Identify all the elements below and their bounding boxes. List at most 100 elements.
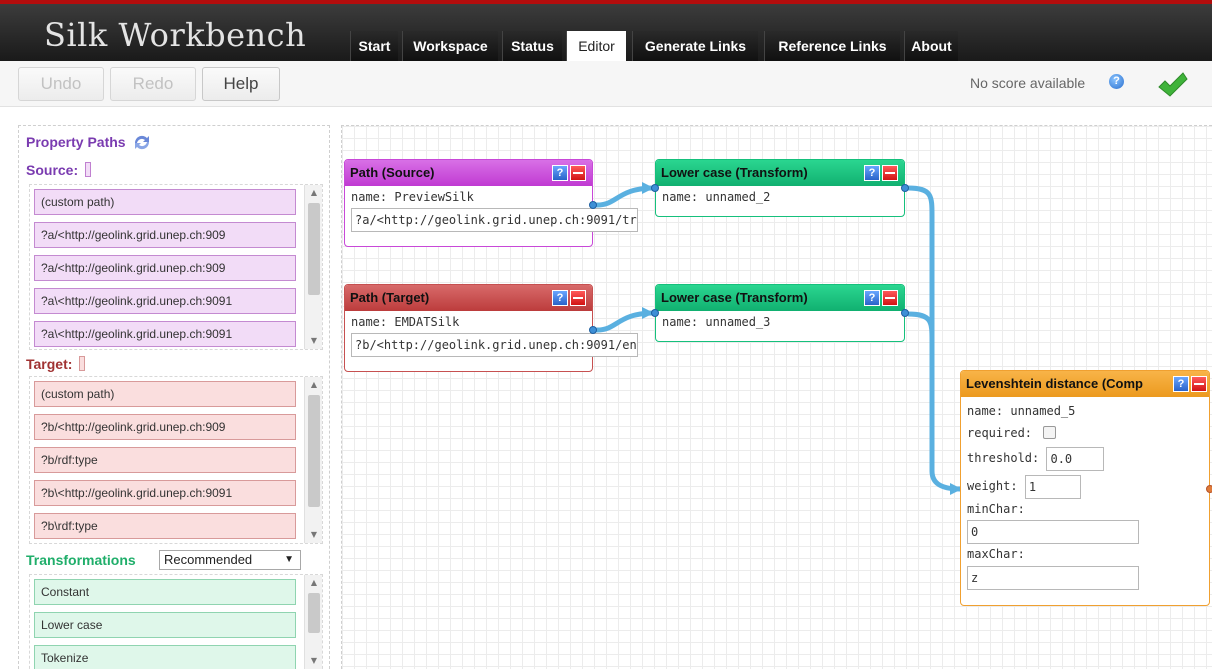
scroll-down-icon[interactable]: ▼ <box>305 527 322 543</box>
weight-input[interactable]: 1 <box>1024 474 1081 499</box>
source-list-scrollbar[interactable]: ▲ ▼ <box>304 185 322 349</box>
node-remove-icon[interactable] <box>570 165 586 181</box>
required-row: required: <box>967 422 1203 444</box>
node-name: name: unnamed_3 <box>662 315 771 329</box>
scrollbar-thumb[interactable] <box>308 395 320 507</box>
source-paths-list[interactable]: (custom path) ?a/<http://geolink.grid.un… <box>29 184 323 350</box>
required-checkbox[interactable] <box>1043 426 1057 439</box>
nav-editor[interactable]: Editor <box>566 31 626 61</box>
nav-status[interactable]: Status <box>502 31 562 61</box>
lower-case-header[interactable]: Lower case (Transform) ? <box>656 285 904 311</box>
undo-button[interactable]: Undo <box>18 67 104 101</box>
target-path-item[interactable]: ?b\rdf:type <box>34 513 296 539</box>
path-source-node[interactable]: Path (Source) ? name: PreviewSilk ?a/<ht… <box>344 159 638 247</box>
target-color-swatch <box>79 356 86 371</box>
source-path-item[interactable]: (custom path) <box>34 189 296 215</box>
node-remove-icon[interactable] <box>882 165 898 181</box>
threshold-row: threshold: 0.0 <box>967 444 1203 472</box>
operators-sidebar: Property Paths Source: (custom path) ?a/… <box>18 125 330 669</box>
scrollbar-thumb[interactable] <box>308 593 320 633</box>
dropdown-arrow-icon: ▼ <box>284 554 294 565</box>
scroll-up-icon[interactable]: ▲ <box>305 377 322 393</box>
nav-workspace[interactable]: Workspace <box>402 31 498 61</box>
refresh-icon[interactable] <box>132 134 152 150</box>
transformations-list[interactable]: Constant Lower case Tokenize ▲ ▼ <box>29 574 323 669</box>
output-port[interactable] <box>901 309 909 317</box>
lower-case-header[interactable]: Lower case (Transform) ? <box>656 160 904 186</box>
transformations-filter-select[interactable]: Recommended ▼ <box>159 550 301 570</box>
silk-workbench-app: Silk Workbench Start Workspace Status Ed… <box>0 0 1212 669</box>
node-name: name: unnamed_5 <box>967 404 1076 418</box>
path-target-node[interactable]: Path (Target) ? name: EMDATSilk ?b/<http… <box>344 284 638 372</box>
source-path-item[interactable]: ?a/<http://geolink.grid.unep.ch:909 <box>34 255 296 281</box>
input-port[interactable] <box>651 184 659 192</box>
source-path-item[interactable]: ?a/<http://geolink.grid.unep.ch:909 <box>34 222 296 248</box>
node-help-icon[interactable]: ? <box>552 290 568 306</box>
transformation-item[interactable]: Tokenize <box>34 645 296 669</box>
target-path-item[interactable]: ?b/<http://geolink.grid.unep.ch:909 <box>34 414 296 440</box>
scroll-down-icon[interactable]: ▼ <box>305 653 322 669</box>
node-name: name: EMDATSilk <box>351 315 460 329</box>
threshold-input[interactable]: 0.0 <box>1046 446 1105 471</box>
transformation-item[interactable]: Lower case <box>34 612 296 638</box>
score-status: No score available <box>970 75 1086 91</box>
checkmark-icon <box>1158 72 1188 97</box>
scroll-up-icon[interactable]: ▲ <box>305 185 322 201</box>
node-name: name: unnamed_2 <box>662 190 771 204</box>
editor-toolbar: Undo Redo Help No score available ? <box>0 61 1212 107</box>
target-list-scrollbar[interactable]: ▲ ▼ <box>304 377 322 543</box>
output-port[interactable] <box>901 184 909 192</box>
path-target-header[interactable]: Path (Target) ? <box>345 285 592 311</box>
property-paths-title: Property Paths <box>26 134 152 150</box>
lower-case-transform-node[interactable]: Lower case (Transform) ? name: unnamed_2 <box>651 159 909 217</box>
linkage-rule-canvas[interactable]: Path (Source) ? name: PreviewSilk ?a/<ht… <box>341 125 1212 669</box>
levenshtein-header[interactable]: Levenshtein distance (Comp ? <box>961 371 1209 397</box>
target-label: Target: <box>26 356 86 372</box>
nav-reference-links[interactable]: Reference Links <box>764 31 900 61</box>
target-path-item[interactable]: (custom path) <box>34 381 296 407</box>
weight-row: weight: 1 <box>967 472 1203 500</box>
source-label: Source: <box>26 162 92 178</box>
node-help-icon[interactable]: ? <box>1173 376 1189 392</box>
node-name: name: PreviewSilk <box>351 190 474 204</box>
node-remove-icon[interactable] <box>570 290 586 306</box>
source-path-input[interactable]: ?a/<http://geolink.grid.unep.ch:9091/trc <box>351 208 638 232</box>
output-port[interactable] <box>1206 485 1212 493</box>
node-help-icon[interactable]: ? <box>864 290 880 306</box>
wire-lower2-to-levenshtein <box>907 311 935 471</box>
scrollbar-thumb[interactable] <box>308 203 320 295</box>
target-path-item[interactable]: ?b/rdf:type <box>34 447 296 473</box>
target-path-input[interactable]: ?b/<http://geolink.grid.unep.ch:9091/en <box>351 333 638 357</box>
node-remove-icon[interactable] <box>1191 376 1207 392</box>
input-port[interactable] <box>651 309 659 317</box>
header-bar: Silk Workbench Start Workspace Status Ed… <box>0 4 1212 61</box>
transformation-item[interactable]: Constant <box>34 579 296 605</box>
target-paths-list[interactable]: (custom path) ?b/<http://geolink.grid.un… <box>29 376 323 544</box>
redo-button[interactable]: Redo <box>110 67 196 101</box>
nav-generate-links[interactable]: Generate Links <box>632 31 758 61</box>
source-path-item[interactable]: ?a\<http://geolink.grid.unep.ch:9091 <box>34 288 296 314</box>
nav-about[interactable]: About <box>904 31 958 61</box>
minchar-input[interactable]: 0 <box>967 520 1139 544</box>
nav-start[interactable]: Start <box>350 31 398 61</box>
node-help-icon[interactable]: ? <box>552 165 568 181</box>
levenshtein-comparison-node[interactable]: Levenshtein distance (Comp ? name: unnam… <box>960 370 1212 606</box>
scroll-down-icon[interactable]: ▼ <box>305 333 322 349</box>
lower-case-transform-node[interactable]: Lower case (Transform) ? name: unnamed_3 <box>651 284 909 342</box>
node-remove-icon[interactable] <box>882 290 898 306</box>
transformations-label: Transformations <box>26 552 136 568</box>
target-path-item[interactable]: ?b\<http://geolink.grid.unep.ch:9091 <box>34 480 296 506</box>
source-color-swatch <box>85 162 92 177</box>
maxchar-input[interactable]: z <box>967 566 1139 590</box>
help-button[interactable]: Help <box>202 67 280 101</box>
output-port[interactable] <box>589 326 597 334</box>
scroll-up-icon[interactable]: ▲ <box>305 575 322 591</box>
minchar-label: minChar: <box>967 502 1025 516</box>
maxchar-label: maxChar: <box>967 547 1025 561</box>
transformations-list-scrollbar[interactable]: ▲ ▼ <box>304 575 322 669</box>
node-help-icon[interactable]: ? <box>864 165 880 181</box>
output-port[interactable] <box>589 201 597 209</box>
path-source-header[interactable]: Path (Source) ? <box>345 160 592 186</box>
score-help-icon[interactable]: ? <box>1109 74 1124 89</box>
source-path-item[interactable]: ?a\<http://geolink.grid.unep.ch:9091 <box>34 321 296 347</box>
